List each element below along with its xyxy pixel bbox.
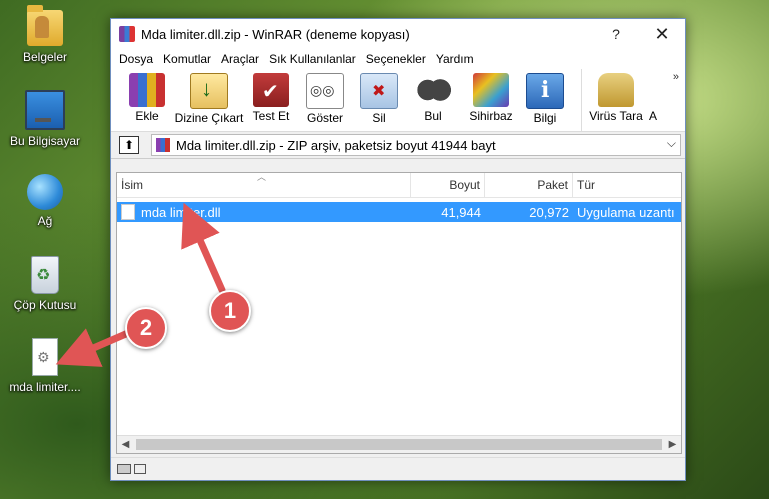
annotation-badge-1: 1 [209, 290, 251, 332]
annotation-arrows [55, 202, 226, 367]
annotation-arrow-2 [55, 328, 132, 367]
annotation-badge-2: 2 [125, 307, 167, 349]
annotation-arrow-1 [181, 202, 226, 294]
